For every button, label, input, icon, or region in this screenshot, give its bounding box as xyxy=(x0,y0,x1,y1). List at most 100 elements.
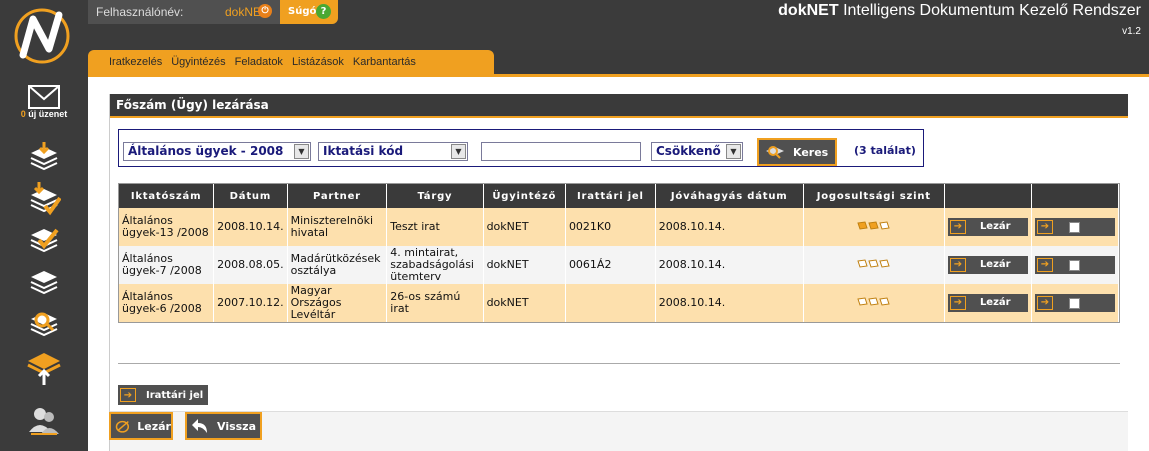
field-select-value: Iktatási kód xyxy=(323,144,404,158)
cell-jovahagyas: 2008.10.14. xyxy=(655,208,804,246)
arrow-right-icon: ➔ xyxy=(1036,296,1053,310)
level-empty-icon xyxy=(857,297,868,306)
cell-ugyintezo: dokNET xyxy=(483,246,566,284)
row-checkbox[interactable] xyxy=(1068,221,1080,233)
close-row-button[interactable]: ➔ Lezár xyxy=(947,256,1028,274)
close-case-icon xyxy=(115,420,130,433)
cell-iktatoszam: Általános ügyek-13 /2008 xyxy=(119,208,215,246)
arrow-right-icon: ➔ xyxy=(120,388,136,402)
question-icon: ? xyxy=(316,4,331,19)
year-select[interactable]: Általános ügyek - 2008 ▼ xyxy=(123,142,311,161)
col-select xyxy=(1031,184,1120,208)
level-empty-icon xyxy=(857,259,868,268)
document-list-icon[interactable] xyxy=(24,264,64,298)
close-case-button[interactable]: Lezár xyxy=(109,412,173,440)
cell-iktatoszam: Általános ügyek-7 /2008 xyxy=(119,246,215,284)
menu-item-iratkezeles[interactable]: Iratkezelés xyxy=(109,56,162,68)
menu-item-ugyintezes[interactable]: Ügyintézés xyxy=(171,56,225,68)
cell-action: ➔ Lezár xyxy=(944,246,1032,284)
cell-iktatoszam: Általános ügyek-6 /2008 xyxy=(119,284,215,322)
messages-counter[interactable]: 0 új üzenet xyxy=(0,109,88,119)
close-row-label: Lezár xyxy=(979,297,1011,308)
irattari-jel-button[interactable]: ➔ Irattári jel xyxy=(118,385,208,405)
col-jovahagyas[interactable]: Jóváhagyás dátum xyxy=(655,184,804,208)
table-row[interactable]: Általános ügyek-7 /2008 2008.08.05. Madárü… xyxy=(119,246,1120,284)
cell-select: ➔ xyxy=(1031,208,1120,246)
cell-select: ➔ xyxy=(1031,284,1120,322)
arrow-right-icon: ➔ xyxy=(949,296,966,310)
incoming-documents-icon[interactable] xyxy=(24,140,64,174)
table-header-row: Iktatószám Dátum Partner Tárgy Ügyintéző… xyxy=(119,184,1120,208)
search-button[interactable]: Keres xyxy=(757,138,837,166)
select-row-button[interactable]: ➔ xyxy=(1034,256,1115,274)
table-row[interactable]: Általános ügyek-6 /2008 2007.10.12. Magyar… xyxy=(119,284,1120,322)
panel-title-divider xyxy=(110,116,1128,118)
app-version: v1.2 xyxy=(1122,26,1141,37)
cell-targy: 4. mintairat, szabadságolási ütemterv xyxy=(386,246,484,284)
table-row[interactable]: Általános ügyek-13 /2008 2008.10.14. Minis… xyxy=(119,208,1120,246)
cell-action: ➔ Lezár xyxy=(944,284,1032,322)
users-icon[interactable] xyxy=(24,404,64,438)
cell-ugyintezo: dokNET xyxy=(483,284,566,322)
row-checkbox[interactable] xyxy=(1068,259,1080,271)
search-documents-icon[interactable] xyxy=(24,306,64,340)
close-row-button[interactable]: ➔ Lezár xyxy=(947,294,1028,312)
close-row-label: Lezár xyxy=(979,221,1011,232)
back-button[interactable]: Vissza xyxy=(185,412,262,440)
back-arrow-icon xyxy=(192,419,207,433)
col-irattari-jel[interactable]: Irattári jel xyxy=(565,184,656,208)
cell-targy: 26-os számú irat xyxy=(386,284,484,322)
order-select-value: Csökkenő xyxy=(656,144,721,158)
register-document-icon[interactable] xyxy=(24,182,64,216)
cell-action: ➔ Lezár xyxy=(944,208,1032,246)
cell-select: ➔ xyxy=(1031,246,1120,284)
row-checkbox[interactable] xyxy=(1068,297,1080,309)
export-documents-icon[interactable] xyxy=(24,352,64,386)
cell-datum: 2007.10.12. xyxy=(213,284,288,322)
chevron-down-icon: ▼ xyxy=(294,144,309,159)
panel-title: Főszám (Ügy) lezárása xyxy=(110,94,1128,116)
col-ugyintezo[interactable]: Ügyintéző xyxy=(483,184,566,208)
cell-ugyintezo: dokNET xyxy=(483,208,566,246)
close-row-button[interactable]: ➔ Lezár xyxy=(947,218,1028,236)
select-row-button[interactable]: ➔ xyxy=(1034,294,1115,312)
arrow-right-icon: ➔ xyxy=(949,258,966,272)
cell-partner: Magyar Országos Levéltár xyxy=(287,284,388,322)
field-select[interactable]: Iktatási kód ▼ xyxy=(318,142,468,161)
col-datum[interactable]: Dátum xyxy=(213,184,288,208)
search-bar: Általános ügyek - 2008 ▼ Iktatási kód ▼ … xyxy=(118,129,924,167)
close-case-label: Lezár xyxy=(137,419,171,433)
logout-icon[interactable]: ⏻ xyxy=(258,4,272,18)
cell-datum: 2008.08.05. xyxy=(213,246,288,284)
close-case-panel: Főszám (Ügy) lezárása Általános ügyek - … xyxy=(109,94,1128,451)
col-iktatoszam[interactable]: Iktatószám xyxy=(119,184,215,208)
help-label: Súgó xyxy=(288,6,317,17)
cell-datum: 2008.10.14. xyxy=(213,208,288,246)
order-select[interactable]: Csökkenő ▼ xyxy=(651,142,743,161)
level-filled-icon xyxy=(857,221,868,230)
menu-item-listazasok[interactable]: Listázások xyxy=(292,56,344,68)
close-row-label: Lezár xyxy=(979,259,1011,270)
back-label: Vissza xyxy=(217,419,257,433)
app-logo xyxy=(14,8,70,64)
help-button[interactable]: Súgó ? xyxy=(280,0,338,24)
top-header: Felhasználónév: dokNET ⏻ Súgó ? dokNET I… xyxy=(88,0,1149,50)
level-empty-icon xyxy=(879,297,890,306)
col-jogosultsagi-szint[interactable]: Jogosultsági szint xyxy=(803,184,945,208)
menu-item-feladatok[interactable]: Feladatok xyxy=(235,56,283,68)
col-targy[interactable]: Tárgy xyxy=(386,184,484,208)
menu-item-karbantartas[interactable]: Karbantartás xyxy=(353,56,416,68)
chevron-down-icon: ▼ xyxy=(451,144,466,159)
search-input[interactable] xyxy=(481,142,641,161)
cell-jogosultsagi-szint xyxy=(803,284,945,322)
cell-jovahagyas: 2008.10.14. xyxy=(655,246,804,284)
col-partner[interactable]: Partner xyxy=(287,184,388,208)
approve-documents-icon[interactable] xyxy=(24,222,64,256)
select-row-button[interactable]: ➔ xyxy=(1034,218,1115,236)
cell-jogosultsagi-szint xyxy=(803,246,945,284)
irattari-jel-label: Irattári jel xyxy=(146,389,204,401)
bottom-actions: Lezár Vissza xyxy=(109,411,1128,451)
cell-irattari-jel xyxy=(565,284,656,322)
main-content: Főszám (Ügy) lezárása Általános ügyek - … xyxy=(88,77,1149,451)
cell-jovahagyas: 2008.10.14. xyxy=(655,284,804,322)
